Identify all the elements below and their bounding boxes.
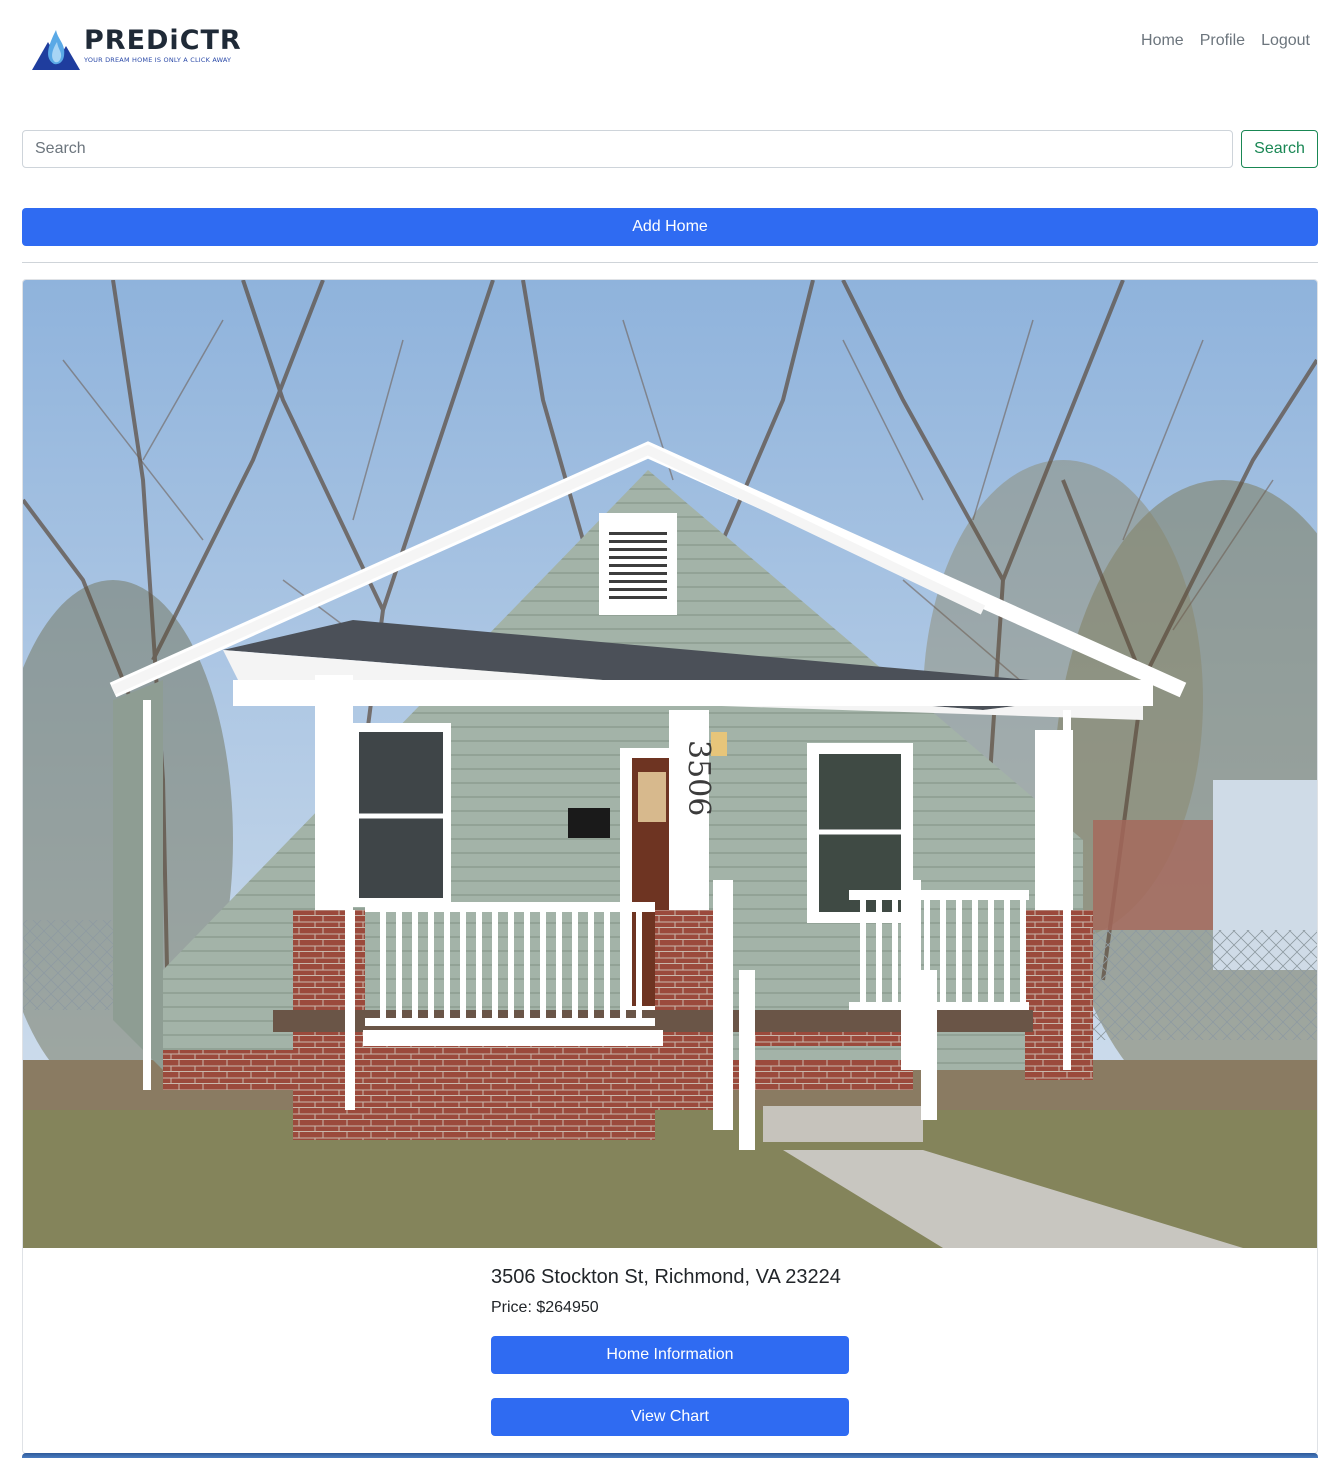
navbar: PREDiCTR YOUR DREAM HOME IS ONLY A CLICK… [0,0,1322,90]
brand-name: PREDiCTR [84,25,242,56]
listing-card: 3506 3506 Stockton St, Richmond, VA 2322… [22,279,1318,1454]
listing-price: Price: $264950 [491,1298,849,1318]
view-chart-button[interactable]: View Chart [491,1398,849,1436]
listing-address: 3506 Stockton St, Richmond, VA 23224 [491,1266,841,1288]
add-home-button[interactable]: Add Home [22,208,1318,246]
nav-links: Home Profile Logout [1141,32,1310,50]
search-button[interactable]: Search [1241,130,1318,168]
next-listing-card-edge [22,1453,1318,1458]
house-photo: 3506 [23,280,1317,1248]
divider [22,262,1318,263]
search-form: Search [22,130,1318,168]
listing-card-body: 3506 Stockton St, Richmond, VA 23224 Pri… [491,1264,849,1436]
brand-tagline: YOUR DREAM HOME IS ONLY A CLICK AWAY [84,56,232,64]
price-label: Price: [491,1299,532,1316]
price-value: $264950 [536,1299,599,1316]
search-input[interactable] [22,130,1233,168]
photo-house-number: 3506 [681,740,716,816]
nav-link-home[interactable]: Home [1141,32,1184,50]
nav-link-profile[interactable]: Profile [1200,32,1245,50]
flame-logo-icon [32,30,80,70]
home-information-button[interactable]: Home Information [491,1336,849,1374]
brand-logo[interactable]: PREDiCTR YOUR DREAM HOME IS ONLY A CLICK… [30,24,242,72]
nav-link-logout[interactable]: Logout [1261,32,1310,50]
